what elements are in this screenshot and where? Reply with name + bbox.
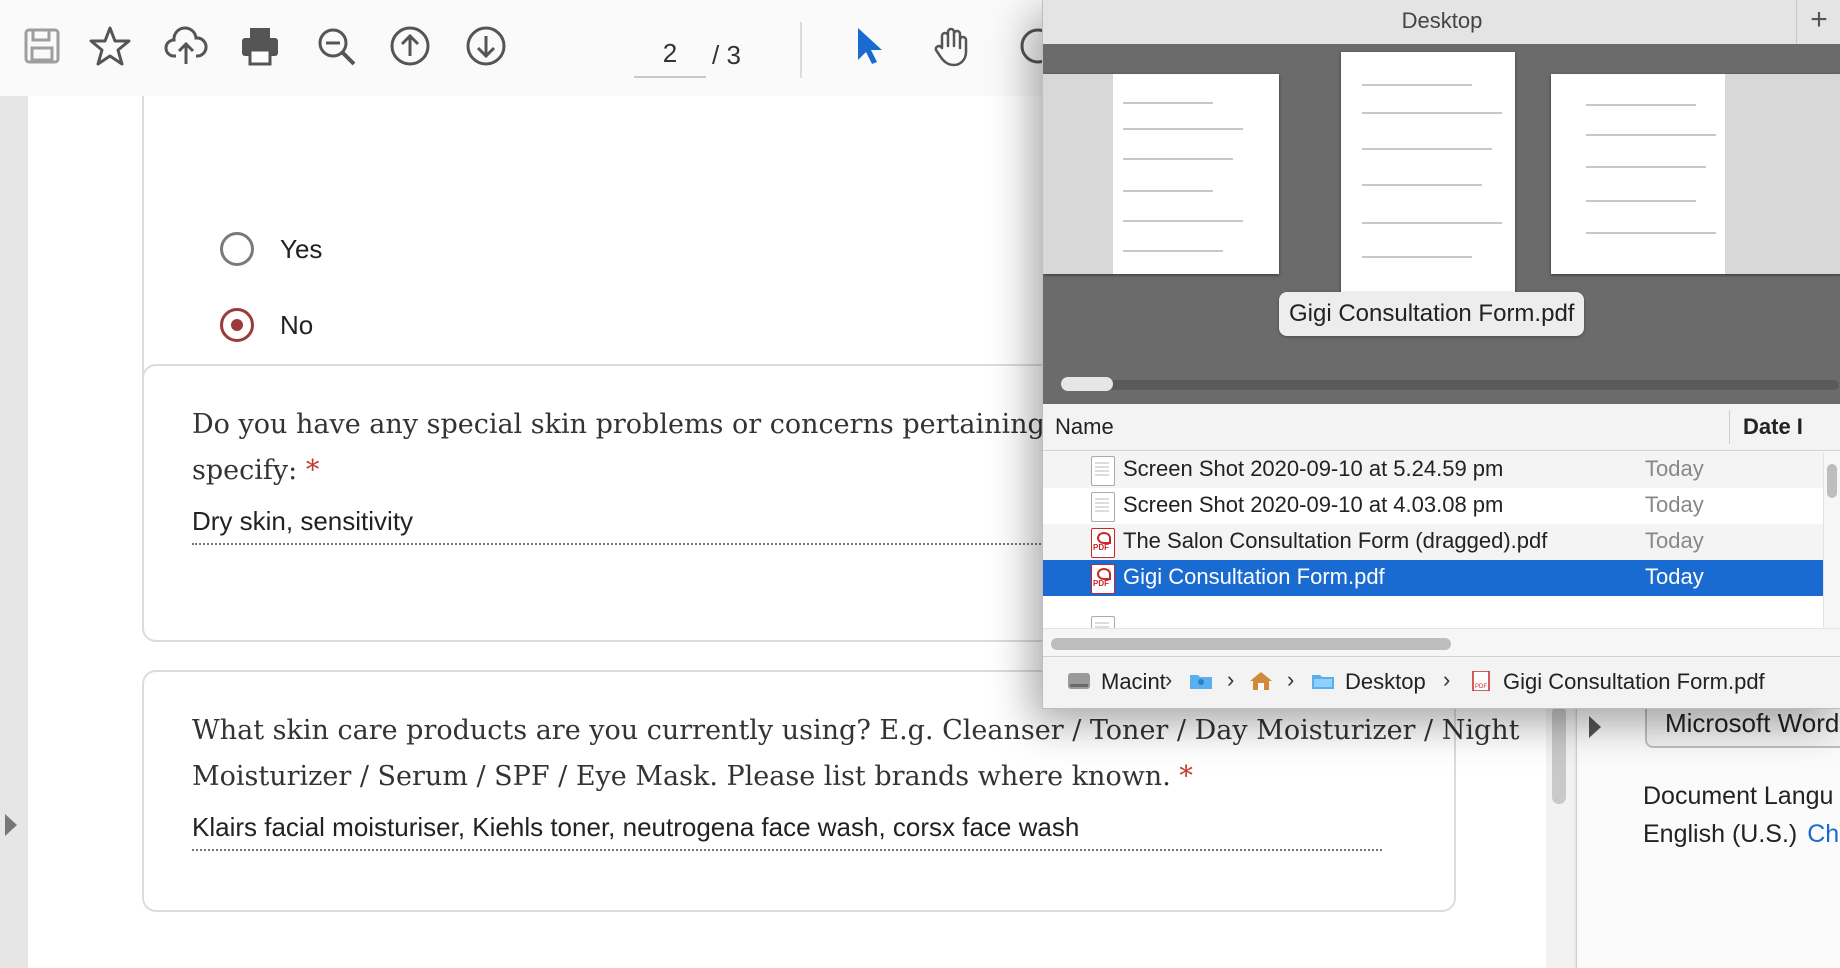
file-row[interactable]: Screen Shot 2020-09-10 at 5.24.59 pm Tod… <box>1043 452 1823 488</box>
file-row[interactable]: The Salon Consultation Form (dragged).pd… <box>1043 524 1823 560</box>
home-folder-icon[interactable] <box>1249 671 1273 691</box>
zoom-out-icon[interactable] <box>310 20 362 72</box>
user-folder-icon[interactable] <box>1189 671 1213 691</box>
file-list-scrollbar-thumb[interactable] <box>1827 464 1837 498</box>
radio-yes[interactable] <box>220 232 254 266</box>
preview-scrollbar-thumb[interactable] <box>1061 377 1113 391</box>
path-separator-icon: › <box>1165 667 1173 692</box>
page-scrollbar-thumb[interactable] <box>1552 706 1566 804</box>
file-row[interactable] <box>1043 596 1823 628</box>
desktop-folder-icon[interactable] <box>1311 671 1335 691</box>
image-file-icon <box>1091 456 1115 486</box>
path-bar: Macint › › › Desktop › PDF Gigi Consulta… <box>1043 656 1840 708</box>
hard-disk-icon[interactable] <box>1067 671 1091 691</box>
required-marker: * <box>1179 761 1193 792</box>
pdf-file-icon[interactable]: PDF <box>1469 671 1493 691</box>
preview-thumbnail-selected[interactable] <box>1341 52 1515 300</box>
page-total: / 3 <box>712 40 741 70</box>
file-date: Today <box>1645 456 1704 481</box>
star-icon[interactable] <box>84 20 136 72</box>
path-separator-icon: › <box>1443 667 1451 692</box>
preview-scrollbar[interactable] <box>1061 380 1839 390</box>
path-desktop[interactable]: Desktop <box>1345 669 1426 695</box>
path-separator-icon: › <box>1287 667 1295 692</box>
hand-tool-icon[interactable] <box>926 20 978 72</box>
document-properties-panel: Microsoft Word Document Langu English (U… <box>1576 698 1840 968</box>
image-file-icon <box>1091 492 1115 522</box>
file-name: The Salon Consultation Form (dragged).pd… <box>1123 528 1548 553</box>
new-tab-button[interactable]: + <box>1796 0 1840 44</box>
file-list: Screen Shot 2020-09-10 at 5.24.59 pm Tod… <box>1043 452 1823 628</box>
column-header-date[interactable]: Date I <box>1743 414 1803 440</box>
path-disk[interactable]: Macint <box>1101 669 1166 695</box>
path-separator-icon: › <box>1227 667 1235 692</box>
svg-text:PDF: PDF <box>1475 684 1487 690</box>
question-text: Do you have any special skin problems or… <box>192 409 1170 486</box>
file-row-selected[interactable]: Gigi Consultation Form.pdf Today <box>1043 560 1823 596</box>
file-list-horizontal-scrollbar-thumb[interactable] <box>1051 638 1451 650</box>
page-down-icon[interactable] <box>460 20 512 72</box>
file-date: Today <box>1645 564 1704 589</box>
required-marker: * <box>305 455 320 486</box>
column-divider[interactable] <box>1729 410 1730 444</box>
preview-thumbnail[interactable] <box>1043 74 1279 274</box>
page-up-icon[interactable] <box>384 20 436 72</box>
radio-no[interactable] <box>220 308 254 342</box>
preview-thumbnail[interactable] <box>1551 74 1840 274</box>
dialog-title: Desktop <box>1043 0 1840 45</box>
file-date: Today <box>1645 492 1704 517</box>
column-header-name[interactable]: Name <box>1055 414 1114 440</box>
radio-yes-label: Yes <box>280 234 323 264</box>
preview-file-label: Gigi Consultation Form.pdf <box>1279 292 1585 336</box>
upload-icon[interactable] <box>160 20 212 72</box>
toolbar-divider <box>800 22 802 78</box>
change-language-link[interactable]: Ch <box>1807 820 1839 848</box>
pdf-file-icon <box>1091 564 1115 594</box>
expand-sidebar-icon[interactable] <box>5 814 17 836</box>
file-row[interactable]: Screen Shot 2020-09-10 at 4.03.08 pm Tod… <box>1043 488 1823 524</box>
save-dialog: Desktop + Gigi Consultation Form.pdf Nam… <box>1042 0 1840 709</box>
image-file-icon <box>1091 616 1115 628</box>
question-text: What skin care products are you currentl… <box>192 715 1520 792</box>
path-file[interactable]: Gigi Consultation Form.pdf <box>1503 669 1765 695</box>
sidebar-collapsed[interactable] <box>0 96 29 968</box>
file-name: Gigi Consultation Form.pdf <box>1123 564 1385 589</box>
collapse-panel-icon[interactable] <box>1589 716 1601 738</box>
file-name: Screen Shot 2020-09-10 at 4.03.08 pm <box>1123 492 1504 517</box>
file-name: Screen Shot 2020-09-10 at 5.24.59 pm <box>1123 456 1504 481</box>
select-tool-icon[interactable] <box>842 20 894 72</box>
document-language-value: English (U.S.) Ch <box>1643 820 1840 848</box>
save-icon[interactable] <box>16 20 68 72</box>
file-list-header: Name Date I <box>1043 404 1840 451</box>
radio-no-label: No <box>280 310 314 340</box>
file-preview-pane: Gigi Consultation Form.pdf <box>1043 44 1840 404</box>
pdf-file-icon <box>1091 528 1115 558</box>
file-date: Today <box>1645 528 1704 553</box>
print-icon[interactable] <box>234 20 286 72</box>
document-language-label: Document Langu <box>1643 782 1834 810</box>
page-number-input[interactable] <box>634 30 706 78</box>
answer-products[interactable]: Klairs facial moisturiser, Kiehls toner,… <box>192 812 1382 851</box>
